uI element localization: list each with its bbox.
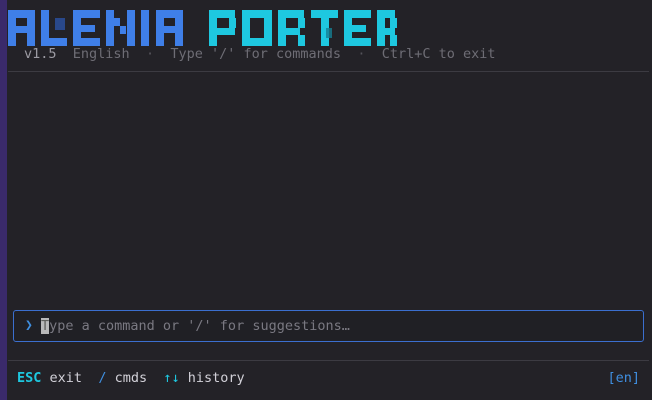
info-line: v1.5 English · Type '/' for commands · C…: [24, 45, 496, 63]
command-placeholder: Type a command or '/' for suggestions…: [41, 318, 350, 334]
language-tag[interactable]: [en]: [607, 369, 640, 387]
separator: ·: [357, 46, 366, 62]
version-label: v1.5: [24, 46, 57, 62]
exit-hint: Ctrl+C to exit: [381, 46, 496, 62]
separator: ·: [145, 46, 155, 62]
history-label: history: [187, 370, 245, 386]
window-edge-bar: [0, 0, 7, 400]
language-label: English: [72, 46, 130, 62]
command-input[interactable]: ❯ Type a command or '/' for suggestions…: [13, 310, 644, 342]
terminal-window: v1.5 English · Type '/' for commands · C…: [0, 0, 652, 400]
keybinding-footer: ESC exit / cmds ↑↓ history: [17, 369, 245, 387]
prompt-chevron-icon: ❯: [25, 318, 33, 333]
cmds-label: cmds: [114, 370, 148, 386]
cmds-key: /: [98, 370, 107, 386]
history-arrows-icon: ↑↓: [163, 370, 180, 386]
esc-key: ESC: [17, 370, 42, 386]
footer-divider: [8, 360, 649, 361]
app-logo: [8, 10, 397, 46]
esc-label: exit: [49, 370, 83, 386]
commands-hint: Type '/' for commands: [170, 46, 342, 62]
text-cursor: [41, 318, 49, 334]
output-area: [8, 72, 649, 304]
